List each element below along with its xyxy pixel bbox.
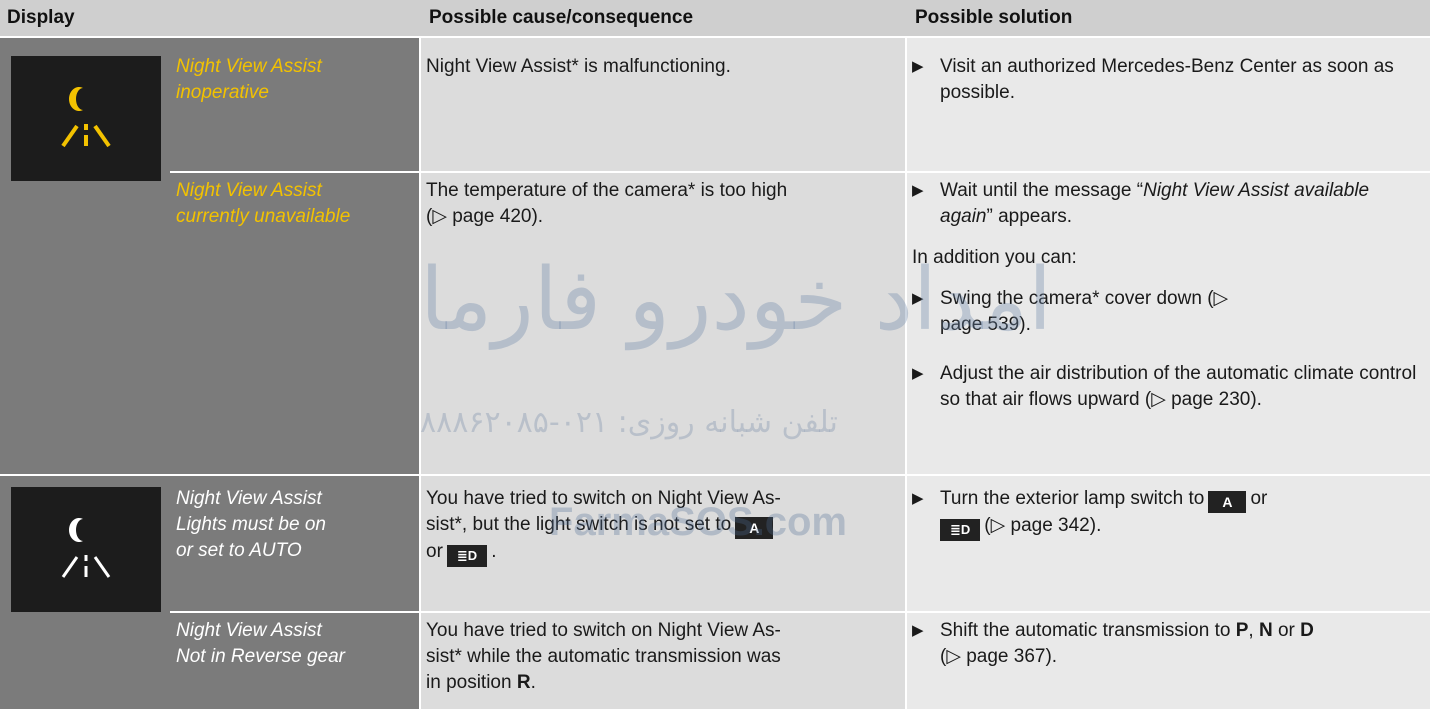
bullet-icon: ▶: [912, 58, 924, 75]
manual-page: Display Possible cause/consequence Possi…: [0, 0, 1430, 709]
solution-text: Visit an authorized Mercedes-Benz Center…: [940, 56, 1394, 103]
message-line: Night View Assist: [176, 488, 322, 509]
message-line: Not in Reverse gear: [176, 646, 345, 667]
night-view-warning-icon: [11, 56, 161, 181]
message-line: Night View Assist: [176, 620, 322, 641]
cause-text: The temperature of the camera* is too hi…: [426, 178, 898, 230]
message-line: inoperative: [176, 82, 269, 103]
solution-text: Turn the exterior lamp switch to Aor ≣D (▷…: [912, 486, 1422, 541]
message-line: currently unavailable: [176, 206, 351, 227]
solution-text: Adjust the air distribution of the autom…: [940, 363, 1417, 410]
cause-line: in position R.: [426, 672, 536, 693]
cause-line: The temperature of the camera* is too hi…: [426, 180, 788, 201]
column-divider: [419, 36, 421, 709]
cause-line: sist* while the automatic transmission w…: [426, 646, 781, 667]
message-line: Night View Assist: [176, 180, 322, 201]
solution-text: Shift the automatic transmission to P, N…: [940, 620, 1314, 667]
column-divider: [905, 36, 907, 709]
cause-line: You have tried to switch on Night View A…: [426, 620, 781, 641]
header-cause: Possible cause/consequence: [419, 0, 905, 36]
cause-column: [419, 36, 905, 709]
low-beam-key-symbol: ≣D: [446, 545, 488, 567]
message-line: Night View Assist: [176, 56, 322, 77]
watermark-phone: تلفن شبانه روزی: ۰۲۱-۸۸۸۶۲۰۸۵: [420, 405, 838, 440]
row-divider: [0, 474, 1430, 476]
night-view-indicator-icon: [11, 487, 161, 612]
cause-text: You have tried to switch on Night View A…: [426, 618, 898, 696]
row-divider: [0, 36, 1430, 38]
solution-step: ▶ Visit an authorized Mercedes-Benz Cent…: [912, 54, 1422, 106]
display-message: Night View Assist currently unavailable: [176, 178, 416, 230]
watermark-arabic: امداد خودرو فارما: [420, 250, 1053, 350]
solution-step: ▶ Wait until the message “Night View Ass…: [912, 178, 1422, 230]
row-divider: [170, 171, 1430, 173]
display-message: Night View Assist Lights must be on or s…: [176, 486, 416, 564]
display-message: Night View Assist inoperative: [176, 54, 416, 106]
bullet-icon: ▶: [912, 365, 924, 382]
row-divider: [170, 611, 1430, 613]
header-display: Display: [0, 0, 419, 36]
solution-step: ▶ Turn the exterior lamp switch to Aor ≣D…: [912, 486, 1422, 541]
low-beam-key-symbol: ≣D: [940, 519, 981, 541]
solution-step: ▶ Shift the automatic transmission to P,…: [912, 618, 1422, 670]
message-line: Lights must be on: [176, 514, 326, 535]
auto-key-symbol: A: [1208, 491, 1247, 513]
solution-text: Wait until the message “Night View Assis…: [940, 180, 1370, 227]
solution-step: ▶ Adjust the air distribution of the aut…: [912, 361, 1422, 413]
watermark-site: FarmaSOS.com: [549, 500, 847, 544]
page-reference: (▷ page 420).: [426, 206, 544, 227]
message-line: or set to AUTO: [176, 540, 302, 561]
bullet-icon: ▶: [912, 182, 924, 199]
display-message: Night View Assist Not in Reverse gear: [176, 618, 416, 670]
bullet-icon: ▶: [912, 622, 924, 639]
header-solution: Possible solution: [905, 0, 1430, 36]
cause-text: Night View Assist* is malfunctioning.: [426, 56, 731, 77]
